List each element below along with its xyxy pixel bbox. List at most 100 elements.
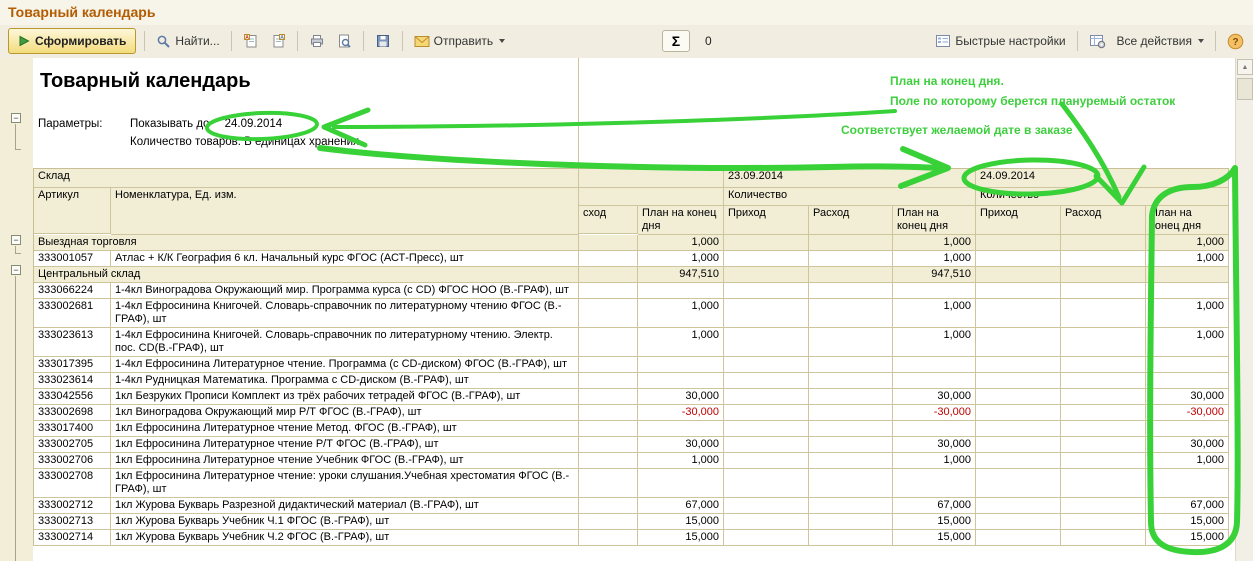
table-row[interactable]: 333001057Атлас + К/К География 6 кл. Нач…	[34, 251, 1229, 267]
prihod-cell[interactable]	[976, 357, 1061, 373]
prihod-cell[interactable]	[976, 421, 1061, 437]
rashod-cell[interactable]	[809, 530, 893, 546]
sum-button[interactable]: Σ	[662, 30, 690, 52]
table-row[interactable]: 3330173951-4кл Ефросинина Литературное ч…	[34, 357, 1229, 373]
save-button[interactable]	[372, 31, 394, 51]
rashod-cell[interactable]	[809, 283, 893, 299]
group-name-cell[interactable]: Центральный склад	[34, 267, 579, 283]
plan-cell[interactable]: 30,000	[893, 437, 976, 453]
rashod-cell[interactable]	[1061, 530, 1146, 546]
generate-button[interactable]: Сформировать	[8, 28, 136, 54]
rashod-cell[interactable]	[1061, 469, 1146, 498]
nomenklatura-cell[interactable]: 1кл Виноградова Окружающий мир Р/Т ФГОС …	[111, 405, 579, 421]
plan-cell[interactable]	[893, 373, 976, 389]
send-button[interactable]: Отправить	[411, 32, 509, 50]
plan-cell[interactable]: 1,000	[638, 251, 724, 267]
prihod-cell[interactable]	[724, 299, 809, 328]
plan-cell[interactable]: 947,510	[638, 267, 724, 283]
nomenklatura-cell[interactable]: 1кл Безруких Прописи Комплект из трёх ра…	[111, 389, 579, 405]
rashod-partial-cell[interactable]	[579, 357, 638, 373]
plan-cell[interactable]: 1,000	[893, 328, 976, 357]
table-row[interactable]: 3330236131-4кл Ефросинина Книгочей. Слов…	[34, 328, 1229, 357]
rashod-partial-cell[interactable]	[579, 498, 638, 514]
rashod-partial-cell[interactable]	[579, 469, 638, 498]
rashod-cell[interactable]	[1061, 267, 1146, 283]
artikul-cell[interactable]: 333066224	[34, 283, 111, 299]
rashod-cell[interactable]	[809, 437, 893, 453]
header-artikul[interactable]: Артикул	[34, 188, 111, 234]
artikul-cell[interactable]: 333023614	[34, 373, 111, 389]
rashod-cell[interactable]	[809, 251, 893, 267]
artikul-cell[interactable]: 333002712	[34, 498, 111, 514]
prihod-cell[interactable]	[976, 405, 1061, 421]
nomenklatura-cell[interactable]: 1кл Журова Букварь Разрезной дидактическ…	[111, 498, 579, 514]
plan-cell[interactable]	[893, 421, 976, 437]
prihod-cell[interactable]	[976, 373, 1061, 389]
nomenklatura-cell[interactable]: 1-4кл Ефросинина Книгочей. Словарь-справ…	[111, 299, 579, 328]
rashod-cell[interactable]	[809, 328, 893, 357]
rashod-cell[interactable]	[809, 235, 893, 251]
prihod-cell[interactable]	[724, 235, 809, 251]
copy-headers-button[interactable]: A	[240, 31, 262, 51]
scroll-thumb[interactable]	[1237, 78, 1253, 100]
artikul-cell[interactable]: 333001057	[34, 251, 111, 267]
prihod-cell[interactable]	[724, 357, 809, 373]
rashod-cell[interactable]	[1061, 421, 1146, 437]
rashod-partial-cell[interactable]	[579, 453, 638, 469]
artikul-cell[interactable]: 333002708	[34, 469, 111, 498]
rashod-cell[interactable]	[1061, 498, 1146, 514]
plan-cell[interactable]: 30,000	[638, 389, 724, 405]
rashod-partial-cell[interactable]	[579, 235, 638, 251]
header-sklad[interactable]: Склад	[34, 169, 579, 188]
nomenklatura-cell[interactable]: 1кл Ефросинина Литературное чтение Р/Т Ф…	[111, 437, 579, 453]
artikul-cell[interactable]: 333002705	[34, 437, 111, 453]
prihod-cell[interactable]	[976, 453, 1061, 469]
print-button[interactable]	[306, 31, 328, 51]
plan-cell[interactable]: 1,000	[893, 453, 976, 469]
rashod-cell[interactable]	[1061, 514, 1146, 530]
plan-cell[interactable]: 30,000	[1146, 389, 1229, 405]
report-variants-button[interactable]	[1086, 32, 1109, 51]
report-group-expander[interactable]: −	[11, 113, 21, 123]
rashod-cell[interactable]	[809, 469, 893, 498]
plan-cell[interactable]	[638, 469, 724, 498]
plan-cell[interactable]: 1,000	[893, 251, 976, 267]
table-row[interactable]: 3330027061кл Ефросинина Литературное чте…	[34, 453, 1229, 469]
prihod-cell[interactable]	[976, 267, 1061, 283]
rashod-cell[interactable]	[1061, 373, 1146, 389]
nomenklatura-cell[interactable]: 1кл Ефросинина Литературное чтение Учебн…	[111, 453, 579, 469]
rashod-partial-cell[interactable]	[579, 514, 638, 530]
rashod-partial-cell[interactable]	[579, 389, 638, 405]
prihod-cell[interactable]	[724, 530, 809, 546]
rashod-partial-cell[interactable]	[579, 328, 638, 357]
table-row[interactable]: 3330027141кл Журова Букварь Учебник Ч.2 …	[34, 530, 1229, 546]
rashod-cell[interactable]	[809, 421, 893, 437]
prihod-cell[interactable]	[976, 283, 1061, 299]
plan-cell[interactable]: 1,000	[1146, 328, 1229, 357]
prihod-cell[interactable]	[724, 389, 809, 405]
plan-cell[interactable]: 67,000	[638, 498, 724, 514]
prihod-cell[interactable]	[976, 469, 1061, 498]
nomenklatura-cell[interactable]: 1-4кл Рудницкая Математика. Программа с …	[111, 373, 579, 389]
plan-cell[interactable]: 15,000	[893, 514, 976, 530]
scroll-up-button[interactable]: ▲	[1237, 59, 1253, 75]
vertical-scrollbar[interactable]: ▲	[1235, 58, 1253, 561]
plan-cell[interactable]: 15,000	[1146, 530, 1229, 546]
table-row[interactable]: 3330026981кл Виноградова Окружающий мир …	[34, 405, 1229, 421]
artikul-cell[interactable]: 333002713	[34, 514, 111, 530]
prihod-cell[interactable]	[724, 328, 809, 357]
artikul-cell[interactable]: 333023613	[34, 328, 111, 357]
rashod-cell[interactable]	[809, 389, 893, 405]
plan-cell[interactable]	[1146, 267, 1229, 283]
rashod-cell[interactable]	[809, 405, 893, 421]
paste-headers-button[interactable]: A	[267, 31, 289, 51]
find-button[interactable]: Найти...	[153, 32, 222, 51]
plan-cell[interactable]: 1,000	[1146, 299, 1229, 328]
plan-cell[interactable]: -30,000	[638, 405, 724, 421]
group-row[interactable]: Выездная торговля1,0001,0001,000	[34, 235, 1229, 251]
table-row[interactable]: 3330174001кл Ефросинина Литературное чте…	[34, 421, 1229, 437]
nomenklatura-cell[interactable]: 1кл Ефросинина Литературное чтение: урок…	[111, 469, 579, 498]
prihod-cell[interactable]	[976, 251, 1061, 267]
header-date-24[interactable]: 24.09.2014	[976, 169, 1229, 188]
prihod-cell[interactable]	[724, 283, 809, 299]
